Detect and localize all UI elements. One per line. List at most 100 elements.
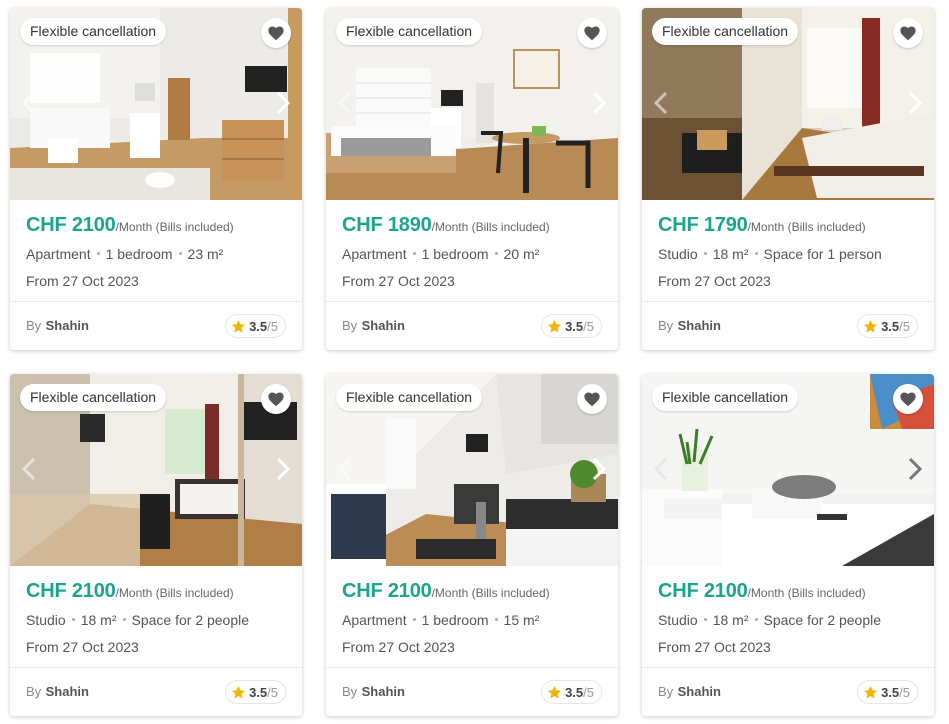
rating-badge: 3.5/5	[225, 680, 286, 704]
favorite-button[interactable]	[577, 384, 607, 414]
meta-item: 18 m²	[80, 612, 117, 628]
rating-max: /5	[899, 684, 910, 700]
next-photo-button[interactable]	[588, 88, 610, 118]
flexible-cancellation-badge: Flexible cancellation	[652, 18, 799, 45]
star-icon	[548, 685, 562, 698]
flexible-cancellation-badge: Flexible cancellation	[336, 18, 483, 45]
star-icon	[232, 685, 246, 698]
availability-date: From 27 Oct 2023	[26, 639, 139, 655]
price: CHF 2100	[26, 214, 116, 236]
property-type: Studio	[658, 612, 698, 628]
chevron-right-icon	[592, 457, 606, 481]
favorite-button[interactable]	[261, 18, 291, 48]
prev-photo-button[interactable]	[334, 454, 356, 484]
listing-card[interactable]: Flexible cancellation CHF 2100/Month (Bi…	[10, 374, 302, 716]
star-icon	[864, 319, 878, 332]
listing-photo[interactable]: Flexible cancellation	[10, 8, 302, 200]
listing-card[interactable]: Flexible cancellation CHF 1890/Month (Bi…	[326, 8, 618, 350]
star-icon	[864, 685, 878, 698]
by-label: By	[342, 318, 358, 333]
separator-dot	[703, 618, 707, 622]
host-name[interactable]: Shahin	[678, 684, 721, 699]
price: CHF 1790	[658, 214, 748, 236]
listing-photo[interactable]: Flexible cancellation	[642, 8, 934, 200]
favorite-button[interactable]	[577, 18, 607, 48]
listing-photo[interactable]: Flexible cancellation	[326, 374, 618, 566]
host-name[interactable]: Shahin	[362, 684, 405, 699]
by-label: By	[658, 318, 674, 333]
favorite-button[interactable]	[893, 384, 923, 414]
meta-item: 1 bedroom	[105, 246, 173, 262]
card-footer: By Shahin 3.5/5	[10, 301, 302, 350]
rating-max: /5	[899, 318, 910, 334]
heart-icon	[900, 26, 916, 41]
price: CHF 1890	[342, 214, 432, 236]
prev-photo-button[interactable]	[18, 88, 40, 118]
separator-dot	[122, 618, 126, 622]
meta-item: 23 m²	[187, 246, 224, 262]
heart-icon	[900, 392, 916, 407]
meta-item: 20 m²	[503, 246, 540, 262]
separator-dot	[754, 618, 758, 622]
rating-max: /5	[583, 318, 594, 334]
availability-date: From 27 Oct 2023	[342, 639, 455, 655]
card-footer: By Shahin 3.5/5	[326, 301, 618, 350]
next-photo-button[interactable]	[272, 454, 294, 484]
host-name[interactable]: Shahin	[362, 318, 405, 333]
host-name[interactable]: Shahin	[46, 318, 89, 333]
price-period: /Month (Bills included)	[115, 586, 234, 600]
rating-badge: 3.5/5	[541, 314, 602, 338]
chevron-right-icon	[276, 91, 290, 115]
separator-dot	[96, 252, 100, 256]
listing-meta: Studio 18 m² Space for 2 people	[26, 612, 286, 632]
listing-card[interactable]: Flexible cancellation CHF 2100/Month (Bi…	[326, 374, 618, 716]
listing-card[interactable]: Flexible cancellation CHF 2100/Month (Bi…	[642, 374, 934, 716]
favorite-button[interactable]	[261, 384, 291, 414]
host-name[interactable]: Shahin	[678, 318, 721, 333]
separator-dot	[412, 252, 416, 256]
rating-value: 3.5	[249, 318, 268, 334]
chevron-right-icon	[592, 91, 606, 115]
separator-dot	[494, 252, 498, 256]
prev-photo-button[interactable]	[650, 454, 672, 484]
flexible-cancellation-badge: Flexible cancellation	[20, 18, 167, 45]
availability-date: From 27 Oct 2023	[342, 273, 455, 289]
prev-photo-button[interactable]	[334, 88, 356, 118]
price: CHF 2100	[26, 580, 116, 602]
listing-photo[interactable]: Flexible cancellation	[642, 374, 934, 566]
listing-photo[interactable]: Flexible cancellation	[326, 8, 618, 200]
listing-meta: Apartment 1 bedroom 23 m²	[26, 246, 286, 266]
prev-photo-button[interactable]	[18, 454, 40, 484]
rating-value: 3.5	[565, 684, 584, 700]
card-footer: By Shahin 3.5/5	[642, 667, 934, 716]
prev-photo-button[interactable]	[650, 88, 672, 118]
card-footer: By Shahin 3.5/5	[642, 301, 934, 350]
property-type: Apartment	[342, 246, 407, 262]
next-photo-button[interactable]	[272, 88, 294, 118]
separator-dot	[703, 252, 707, 256]
heart-icon	[268, 26, 284, 41]
next-photo-button[interactable]	[588, 454, 610, 484]
listing-photo[interactable]: Flexible cancellation	[10, 374, 302, 566]
chevron-left-icon	[654, 91, 668, 115]
price-period: /Month (Bills included)	[431, 586, 550, 600]
next-photo-button[interactable]	[904, 454, 926, 484]
host-name[interactable]: Shahin	[46, 684, 89, 699]
favorite-button[interactable]	[893, 18, 923, 48]
meta-item: 15 m²	[503, 612, 540, 628]
meta-item: 18 m²	[712, 246, 749, 262]
listing-card[interactable]: Flexible cancellation CHF 2100/Month (Bi…	[10, 8, 302, 350]
rating-value: 3.5	[881, 684, 900, 700]
star-icon	[548, 319, 562, 332]
flexible-cancellation-badge: Flexible cancellation	[20, 384, 167, 411]
price: CHF 2100	[658, 580, 748, 602]
meta-item: 1 bedroom	[421, 612, 489, 628]
listing-card[interactable]: Flexible cancellation CHF 1790/Month (Bi…	[642, 8, 934, 350]
price-period: /Month (Bills included)	[747, 220, 866, 234]
listing-meta: Apartment 1 bedroom 20 m²	[342, 246, 602, 266]
rating-max: /5	[267, 684, 278, 700]
property-type: Apartment	[342, 612, 407, 628]
heart-icon	[584, 392, 600, 407]
next-photo-button[interactable]	[904, 88, 926, 118]
by-label: By	[26, 318, 42, 333]
